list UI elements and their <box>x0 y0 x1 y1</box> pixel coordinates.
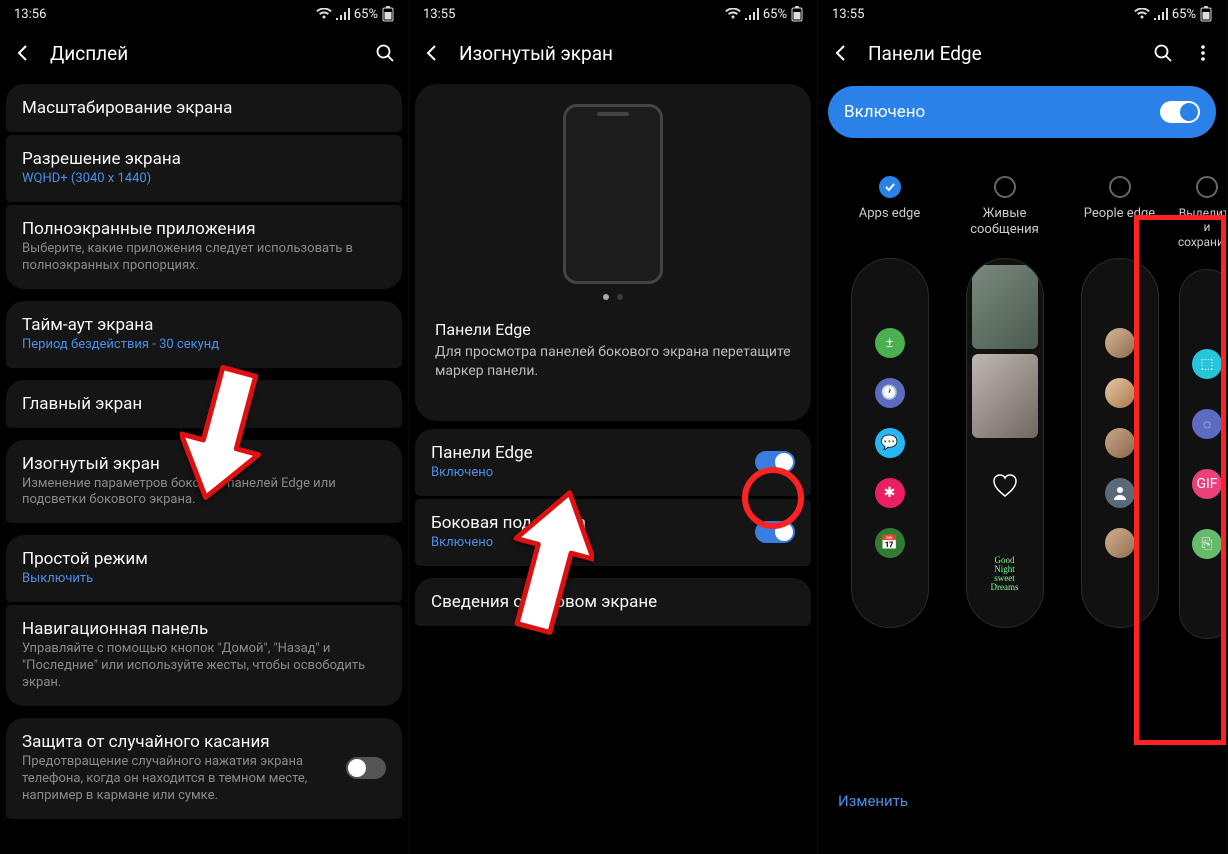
contact-avatar <box>1105 328 1135 358</box>
master-toggle[interactable] <box>1160 101 1200 123</box>
panel-preview: ± 🕐 💬 ✱ 📅 <box>851 258 929 628</box>
live-thumb <box>972 265 1038 349</box>
panel-live-messages[interactable]: Живые сообщения GoodNightsweetDreams <box>947 176 1062 639</box>
tool-icon: ⬚ <box>1192 349 1222 379</box>
back-button[interactable] <box>10 40 36 66</box>
panel-preview: GoodNightsweetDreams <box>966 258 1044 628</box>
item-navigation-bar[interactable]: Навигационная панель Управляйте с помощь… <box>6 605 402 706</box>
panel-checkbox[interactable] <box>1196 176 1218 198</box>
tool-icon: ⎘ <box>1192 529 1222 559</box>
annotation-arrow <box>180 350 270 500</box>
enabled-label: Включено <box>844 102 925 122</box>
page-title: Изогнутый экран <box>459 42 807 65</box>
back-button[interactable] <box>828 40 854 66</box>
item-resolution[interactable]: Разрешение экрана WQHD+ (3040 x 1440) <box>6 135 402 202</box>
app-icon: 🕐 <box>875 378 905 408</box>
wifi-icon <box>316 8 332 20</box>
item-accidental-touch[interactable]: Защита от случайного касания Предотвраще… <box>6 718 402 819</box>
item-easy-mode[interactable]: Простой режим Выключить <box>6 535 402 602</box>
item-screen-scale[interactable]: Масштабирование экрана <box>6 84 402 132</box>
page-indicator <box>603 294 623 300</box>
wifi-icon <box>1134 8 1150 20</box>
search-button[interactable] <box>1150 40 1176 66</box>
tool-icon: ◌ <box>1192 409 1222 439</box>
edge-lighting-toggle[interactable] <box>755 521 795 543</box>
live-thumb <box>972 354 1038 438</box>
panel-people-edge[interactable]: People edge <box>1062 176 1177 639</box>
app-icon: 💬 <box>875 428 905 458</box>
header: Дисплей <box>0 28 408 78</box>
panel-checkbox[interactable] <box>879 176 901 198</box>
screen-display: 13:56 65% Дисплей Масштабирование экрана… <box>0 0 409 854</box>
more-button[interactable] <box>1190 40 1216 66</box>
accidental-touch-toggle[interactable] <box>346 757 386 779</box>
battery-text: 65% <box>763 7 787 22</box>
add-contact-icon <box>1105 478 1135 508</box>
app-icon: ✱ <box>875 478 905 508</box>
status-time: 13:56 <box>14 7 46 22</box>
panel-apps-edge[interactable]: Apps edge ± 🕐 💬 ✱ 📅 <box>832 176 947 639</box>
wifi-icon <box>725 8 741 20</box>
panel-preview <box>1081 258 1159 628</box>
item-about-edge[interactable]: Сведения о боковом экране <box>415 578 811 626</box>
header: Изогнутый экран <box>409 28 817 78</box>
edge-panels-toggle[interactable] <box>755 451 795 473</box>
battery-text: 65% <box>1172 7 1196 22</box>
master-enable-pill[interactable]: Включено <box>828 86 1216 138</box>
tool-icon: GIF <box>1192 469 1222 499</box>
signal-icon <box>336 8 350 20</box>
item-edge-panels[interactable]: Панели Edge Включено <box>415 429 811 496</box>
status-time: 13:55 <box>423 7 455 22</box>
item-edge-lighting[interactable]: Боковая подсветка Включено <box>415 499 811 566</box>
screen-edge: 13:55 65% Изогнутый экран Панели Edge Дл… <box>409 0 818 854</box>
contact-avatar <box>1105 378 1135 408</box>
item-fullscreen-apps[interactable]: Полноэкранные приложения Выберите, какие… <box>6 205 402 289</box>
live-thumb: GoodNightsweetDreams <box>972 532 1038 616</box>
panel-selector-row: Apps edge ± 🕐 💬 ✱ 📅 Живые сообщения G <box>818 146 1226 639</box>
panel-preview: ⬚ ◌ GIF ⎘ <box>1179 269 1227 639</box>
battery-text: 65% <box>354 7 378 22</box>
search-button[interactable] <box>372 40 398 66</box>
edit-link[interactable]: Изменить <box>838 792 908 810</box>
page-title: Панели Edge <box>868 42 1136 65</box>
page-title: Дисплей <box>50 42 358 65</box>
back-button[interactable] <box>419 40 445 66</box>
app-icon: ± <box>875 328 905 358</box>
live-thumb <box>972 443 1038 527</box>
app-icon: 📅 <box>875 528 905 558</box>
header: Панели Edge <box>818 28 1226 78</box>
panel-checkbox[interactable] <box>1109 176 1131 198</box>
preview-heading: Панели Edge <box>435 320 791 339</box>
panel-checkbox[interactable] <box>994 176 1016 198</box>
phone-illustration <box>563 104 663 284</box>
signal-icon <box>1154 8 1168 20</box>
status-bar: 13:56 65% <box>0 0 408 28</box>
status-bar: 13:55 65% <box>818 0 1226 28</box>
battery-icon <box>1200 6 1212 22</box>
contact-avatar <box>1105 428 1135 458</box>
screen-edge-panels: 13:55 65% Панели Edge Включено Apps edge <box>818 0 1227 854</box>
status-bar: 13:55 65% <box>409 0 817 28</box>
contact-avatar <box>1105 528 1135 558</box>
battery-icon <box>382 6 394 22</box>
annotation-arrow <box>504 490 594 650</box>
preview-desc: Для просмотра панелей бокового экрана пе… <box>435 343 791 381</box>
battery-icon <box>791 6 803 22</box>
panel-smart-select[interactable]: Выделить и сохранить ⬚ ◌ GIF ⎘ <box>1177 176 1227 639</box>
edge-preview-card: Панели Edge Для просмотра панелей боково… <box>415 84 811 421</box>
status-time: 13:55 <box>832 7 864 22</box>
signal-icon <box>745 8 759 20</box>
